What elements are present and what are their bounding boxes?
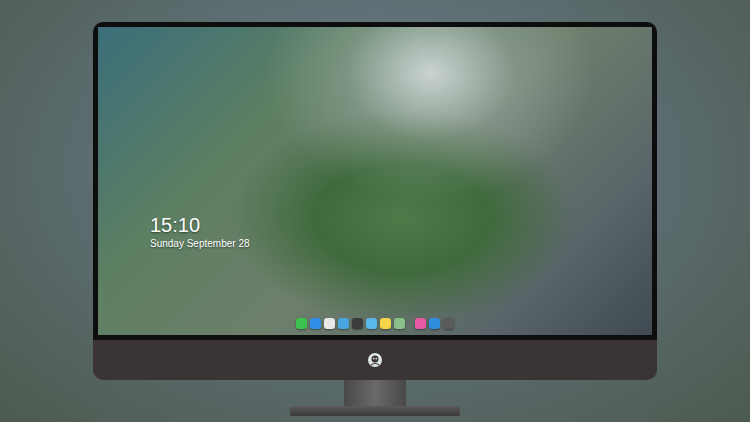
app-icon[interactable]	[443, 318, 454, 329]
dock	[292, 316, 458, 331]
monitor-base	[290, 406, 460, 416]
app-icon[interactable]	[415, 318, 426, 329]
app-icon[interactable]	[352, 318, 363, 329]
app-icon[interactable]	[394, 318, 405, 329]
clock-time: 15:10	[150, 213, 652, 237]
monitor-screen: 15:10Sunday September 28	[93, 22, 657, 340]
desktop-mockup: 15:10Sunday September 28	[0, 0, 750, 422]
lock-clock: 15:10Sunday September 28	[150, 213, 652, 250]
app-icon[interactable]	[296, 318, 307, 329]
app-icon[interactable]	[380, 318, 391, 329]
monitor-chin	[93, 340, 657, 380]
wallpaper: 15:10Sunday September 28	[98, 27, 652, 335]
app-icon[interactable]	[338, 318, 349, 329]
app-icon[interactable]	[310, 318, 321, 329]
monitor-neck	[344, 380, 406, 406]
logo-icon	[367, 352, 383, 368]
app-icon[interactable]	[429, 318, 440, 329]
app-icon[interactable]	[366, 318, 377, 329]
clock-date: Sunday September 28	[150, 237, 652, 250]
dock-pinned	[296, 318, 405, 329]
app-icon[interactable]	[324, 318, 335, 329]
dock-extra	[415, 318, 454, 329]
